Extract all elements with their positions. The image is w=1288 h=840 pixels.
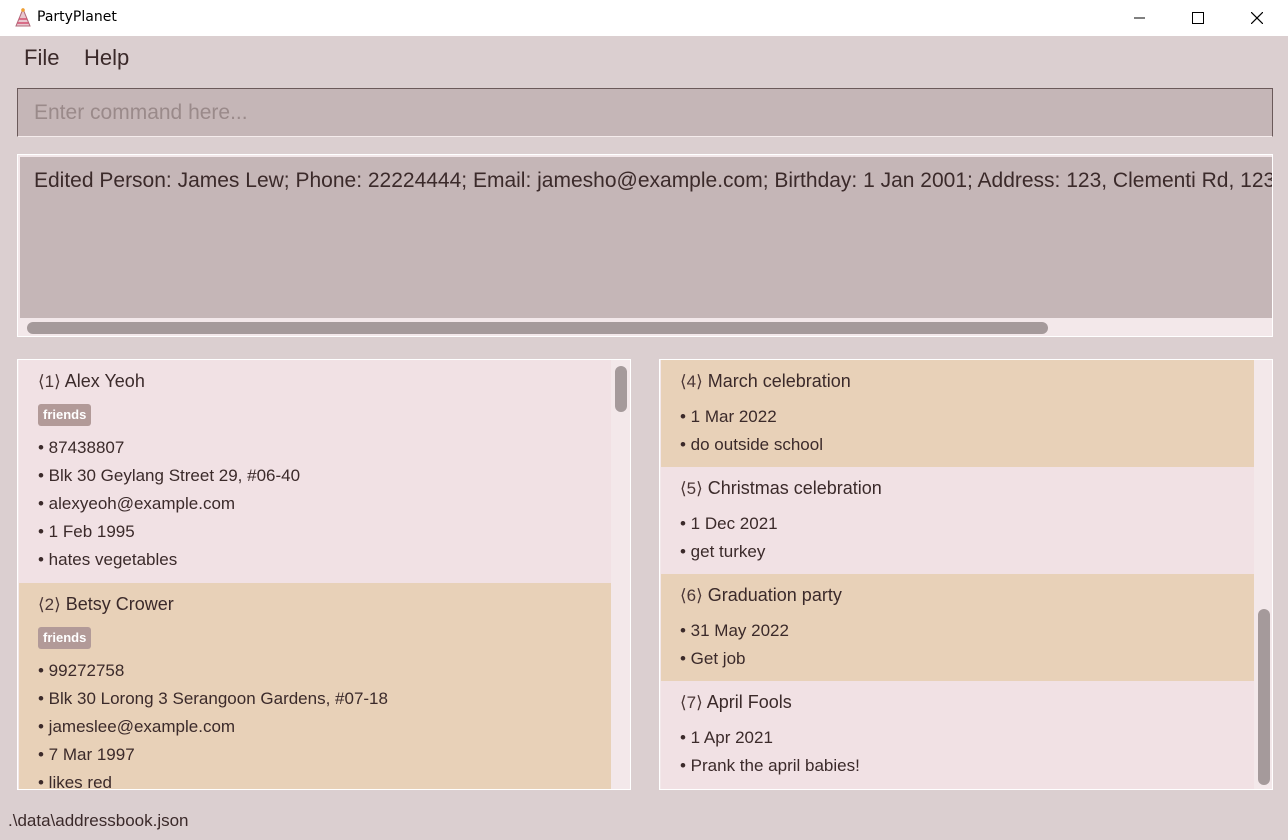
party-card[interactable]: ⟨7⟩ April Fools • 1 Apr 2021 • Prank the… xyxy=(661,681,1254,789)
status-bar-file-path: .\data\addressbook.json xyxy=(8,811,189,830)
person-address: • Blk 30 Geylang Street 29, #06-40 xyxy=(38,466,301,485)
party-date: • 1 Apr 2021 xyxy=(680,728,773,747)
person-name: Alex Yeoh xyxy=(64,371,145,391)
result-text: Edited Person: James Lew; Phone: 2222444… xyxy=(34,169,1272,192)
person-card[interactable]: ⟨2⟩ Betsy Crower friends • 99272758 • Bl… xyxy=(19,583,611,790)
party-index: ⟨4⟩ xyxy=(680,372,703,391)
party-header: ⟨5⟩ Christmas celebration xyxy=(680,478,882,499)
party-index: ⟨5⟩ xyxy=(680,479,703,498)
party-index: ⟨7⟩ xyxy=(680,693,703,712)
person-list-panel: ⟨1⟩ Alex Yeoh friends • 87438807 • Blk 3… xyxy=(17,359,631,790)
maximize-button[interactable] xyxy=(1169,0,1227,36)
person-card[interactable]: ⟨1⟩ Alex Yeoh friends • 87438807 • Blk 3… xyxy=(19,360,611,583)
party-detail: • do outside school xyxy=(680,435,823,454)
command-box xyxy=(17,88,1273,137)
party-name: Christmas celebration xyxy=(707,478,882,498)
menu-file[interactable]: File xyxy=(24,44,59,72)
result-text-area[interactable]: Edited Person: James Lew; Phone: 2222444… xyxy=(20,157,1272,318)
command-input[interactable] xyxy=(18,89,1272,136)
person-tag: friends xyxy=(38,404,92,426)
person-tag: friends xyxy=(38,627,92,649)
person-address: • Blk 30 Lorong 3 Serangoon Gardens, #07… xyxy=(38,689,388,708)
result-display: Edited Person: James Lew; Phone: 2222444… xyxy=(17,154,1273,337)
party-detail: • get turkey xyxy=(680,542,766,561)
minimize-icon xyxy=(1134,17,1145,19)
party-list-scrollbar-thumb[interactable] xyxy=(1258,609,1270,785)
party-date: • 31 May 2022 xyxy=(680,621,789,640)
person-name: Betsy Crower xyxy=(65,594,174,614)
party-card[interactable]: ⟨6⟩ Graduation party • 31 May 2022 • Get… xyxy=(661,574,1254,681)
close-icon xyxy=(1251,12,1263,24)
party-header: ⟨6⟩ Graduation party xyxy=(680,585,842,606)
menu-bar: File Help xyxy=(0,36,1288,80)
person-header: ⟨1⟩ Alex Yeoh xyxy=(38,371,145,392)
person-phone: • 99272758 xyxy=(38,661,125,680)
person-email: • alexyeoh@example.com xyxy=(38,494,236,513)
result-scrollbar-thumb[interactable] xyxy=(27,322,1048,334)
party-detail: • Prank the april babies! xyxy=(680,756,860,775)
title-bar: PartyPlanet xyxy=(0,0,1288,36)
menu-help[interactable]: Help xyxy=(84,44,129,72)
person-phone: • 87438807 xyxy=(38,438,125,457)
party-card[interactable]: ⟨4⟩ March celebration • 1 Mar 2022 • do … xyxy=(661,360,1254,467)
person-index: ⟨1⟩ xyxy=(38,372,61,391)
party-name: April Fools xyxy=(706,692,792,712)
party-header: ⟨7⟩ April Fools xyxy=(680,692,792,713)
person-index: ⟨2⟩ xyxy=(38,595,61,614)
person-birthday: • 1 Feb 1995 xyxy=(38,522,135,541)
party-detail: • Get job xyxy=(680,649,746,668)
party-date: • 1 Dec 2021 xyxy=(680,514,778,533)
person-email: • jameslee@example.com xyxy=(38,717,236,736)
party-date: • 1 Mar 2022 xyxy=(680,407,777,426)
close-button[interactable] xyxy=(1228,0,1286,36)
party-name: March celebration xyxy=(707,371,851,391)
party-card[interactable]: ⟨5⟩ Christmas celebration • 1 Dec 2021 •… xyxy=(661,467,1254,574)
party-list-panel: ⟨4⟩ March celebration • 1 Mar 2022 • do … xyxy=(659,359,1273,790)
party-hat-icon xyxy=(15,8,31,27)
party-index: ⟨6⟩ xyxy=(680,586,703,605)
person-birthday: • 7 Mar 1997 xyxy=(38,745,135,764)
maximize-icon xyxy=(1192,12,1204,24)
window-title: PartyPlanet xyxy=(37,9,117,25)
minimize-button[interactable] xyxy=(1111,0,1169,36)
result-horizontal-scrollbar[interactable] xyxy=(20,318,1272,335)
party-header: ⟨4⟩ March celebration xyxy=(680,371,851,392)
person-list-scrollbar-thumb[interactable] xyxy=(615,366,627,412)
party-name: Graduation party xyxy=(707,585,842,605)
person-remark: • hates vegetables xyxy=(38,550,178,569)
person-header: ⟨2⟩ Betsy Crower xyxy=(38,594,174,615)
person-remark: • likes red xyxy=(38,773,112,790)
